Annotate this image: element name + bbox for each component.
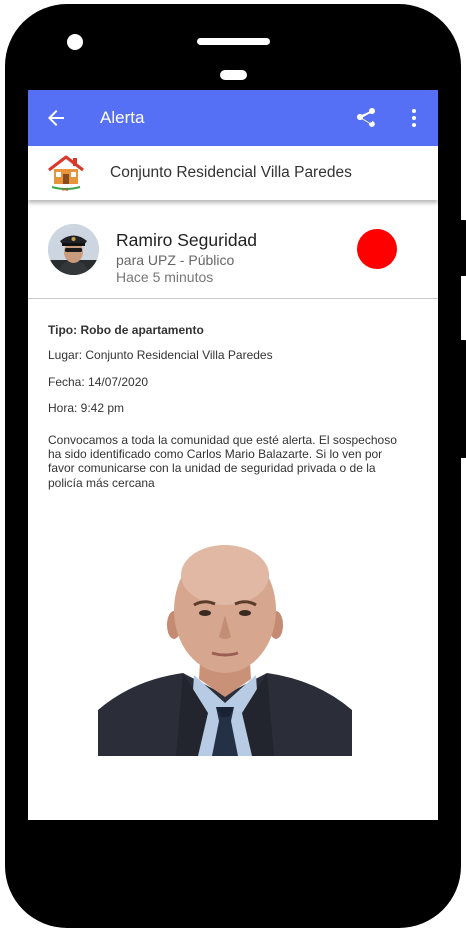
alert-message: Convocamos a toda la comunidad que esté …	[48, 433, 397, 490]
page-title: Alerta	[100, 108, 145, 127]
alert-place: Lugar: Conjunto Residencial Villa Parede…	[48, 348, 273, 362]
earpiece-speaker	[197, 38, 270, 45]
house-logo-icon: ntù	[48, 155, 84, 192]
volume-button	[461, 220, 466, 276]
arrow-back-icon[interactable]	[44, 106, 68, 130]
alert-date: Fecha: 14/07/2020	[48, 375, 149, 389]
alert-author: Ramiro Seguridad para UPZ - Público Hace…	[28, 200, 438, 299]
post-time: Hace 5 minutos	[116, 269, 214, 285]
alert-hour: Hora: 9:42 pm	[48, 401, 125, 415]
suspect-photo[interactable]	[98, 545, 352, 756]
share-icon[interactable]	[354, 106, 378, 130]
avatar[interactable]	[48, 224, 99, 275]
front-camera	[67, 34, 83, 50]
svg-text:ntù: ntù	[62, 188, 69, 192]
community-name: Conjunto Residencial Villa Paredes	[110, 164, 352, 181]
app-screen: Alerta ntù Conjunto Residencial Villa Pa…	[28, 90, 438, 820]
alert-status-indicator	[357, 229, 397, 269]
author-audience: para UPZ - Público	[116, 252, 235, 268]
author-name: Ramiro Seguridad	[116, 230, 258, 250]
app-bar: Alerta	[28, 90, 438, 146]
community-header[interactable]: ntù Conjunto Residencial Villa Paredes	[28, 146, 438, 200]
more-vert-icon[interactable]	[402, 106, 426, 130]
power-button	[461, 340, 466, 458]
guard-avatar-image	[48, 224, 99, 275]
alert-type: Tipo: Robo de apartamento	[48, 323, 204, 337]
proximity-sensor	[220, 70, 247, 80]
